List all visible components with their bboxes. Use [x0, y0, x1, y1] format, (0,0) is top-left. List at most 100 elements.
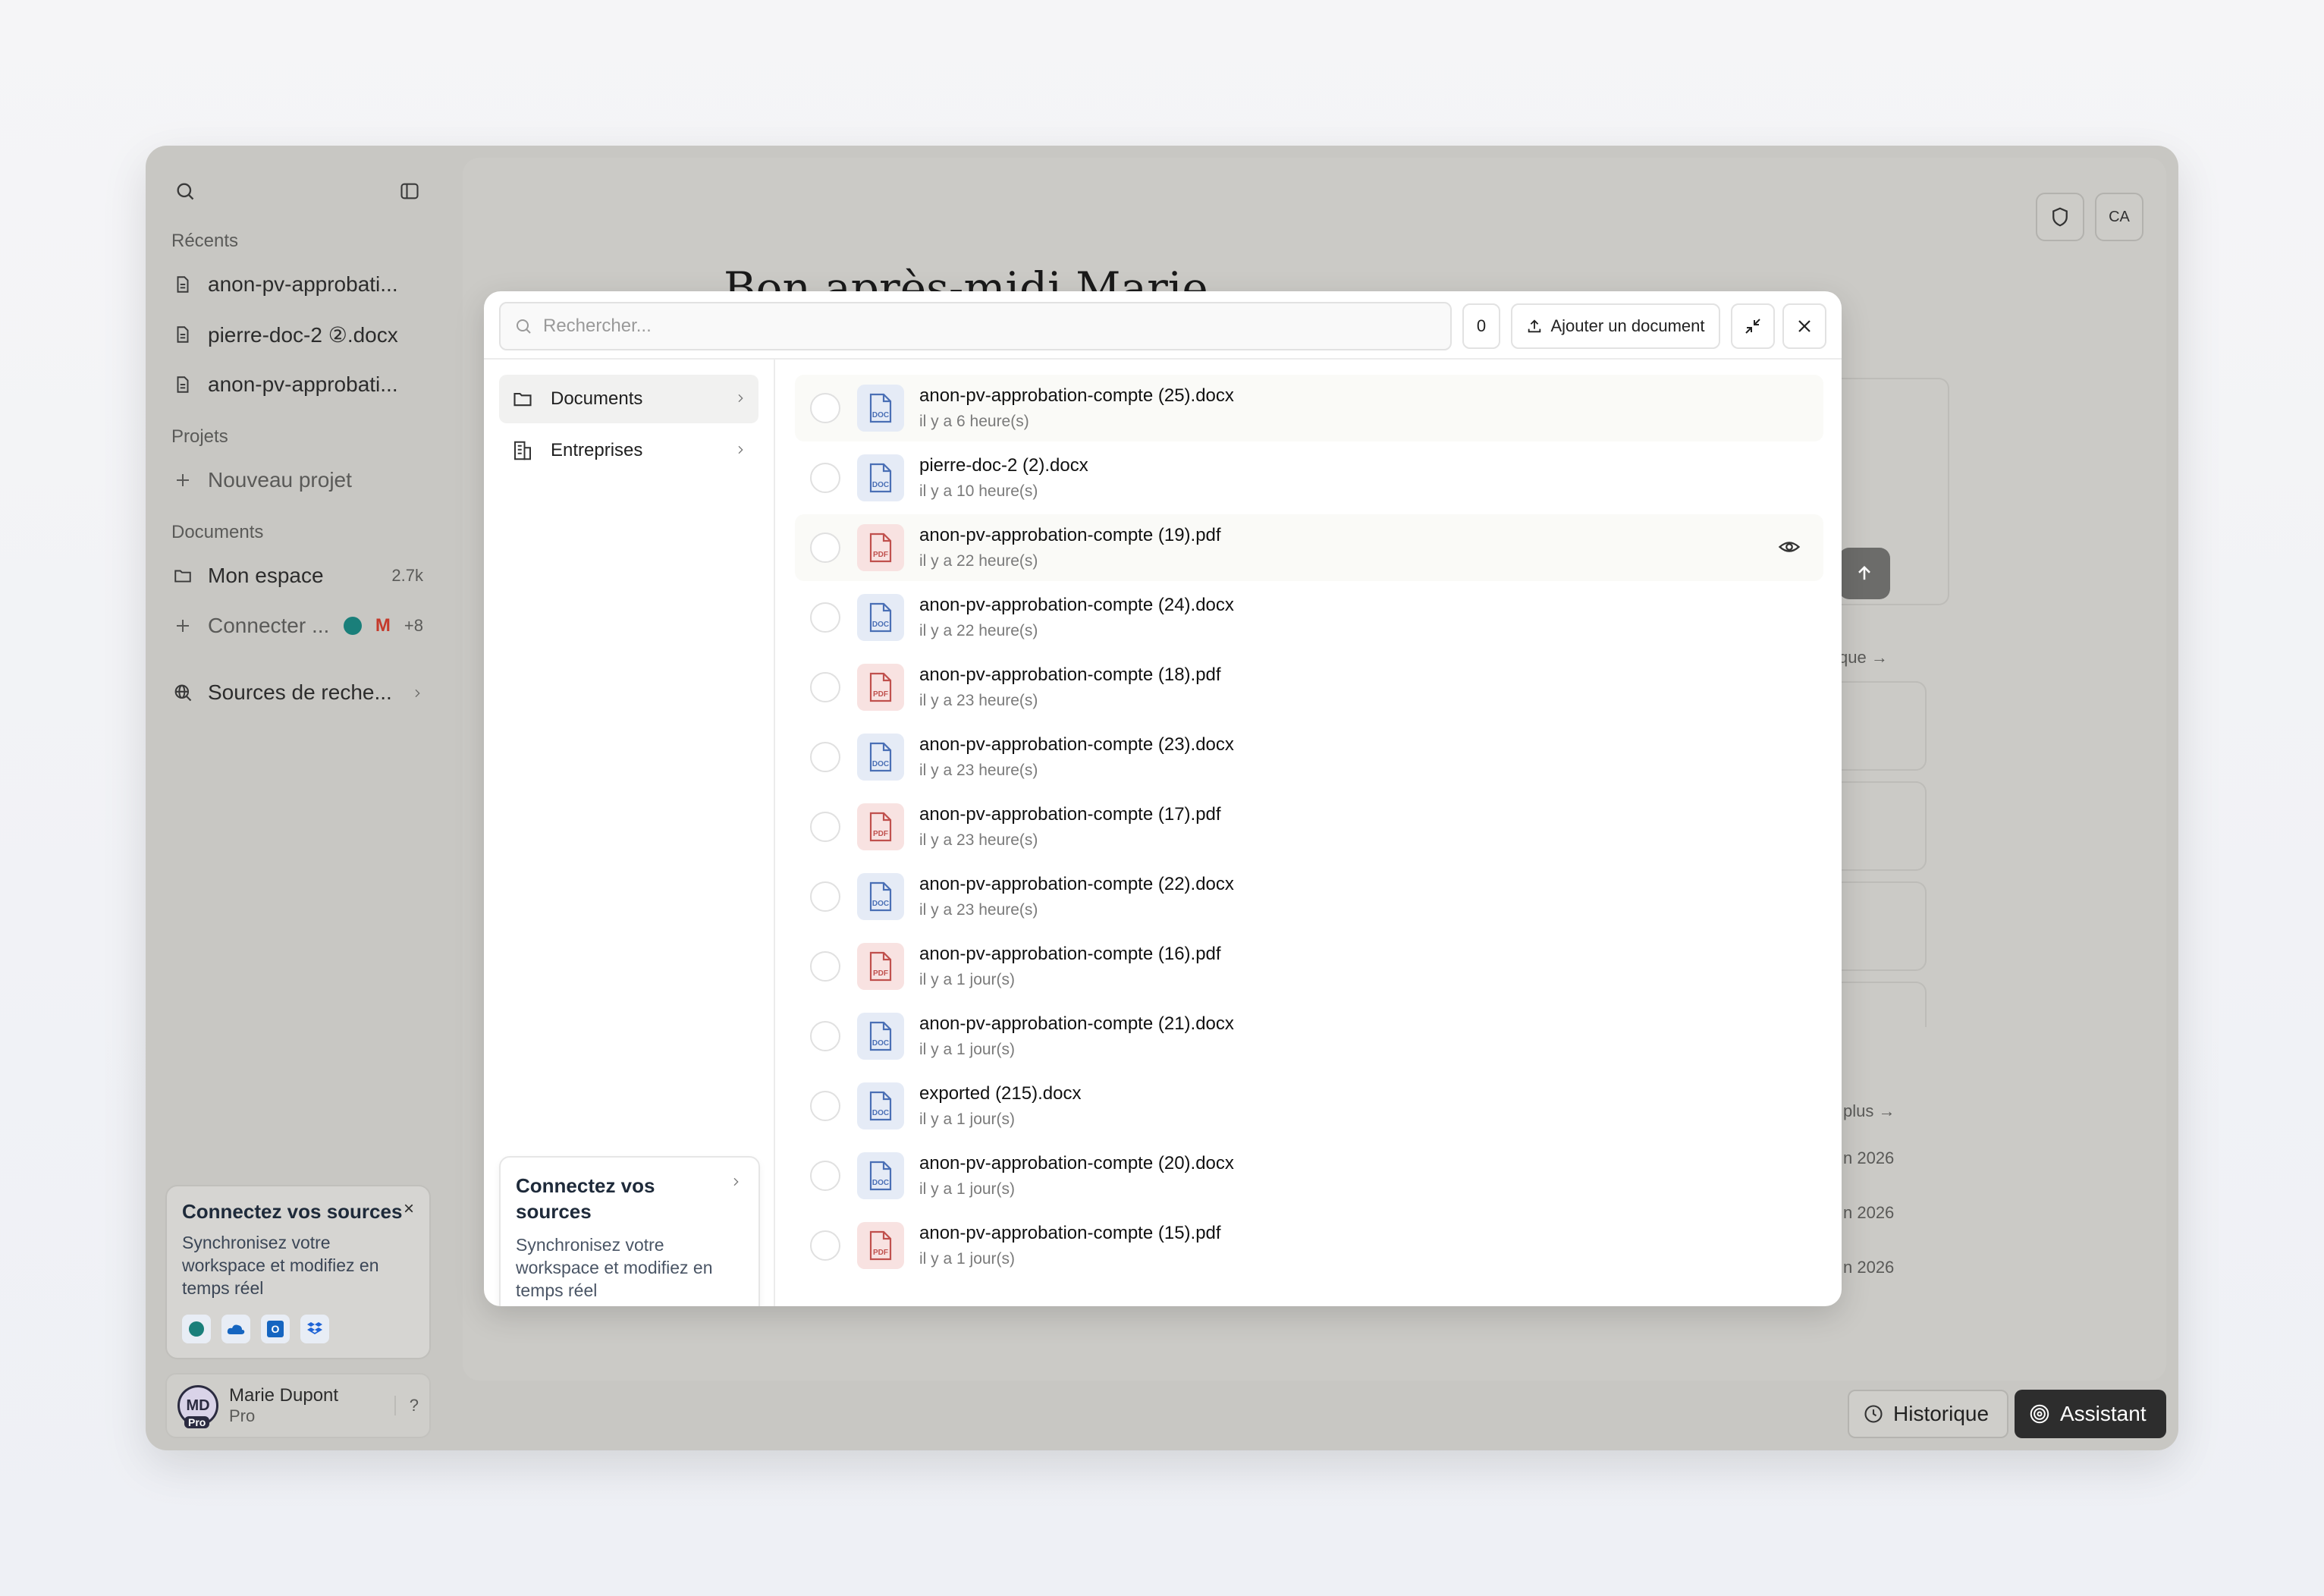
- suggestion-card[interactable]: [1828, 982, 1927, 1027]
- file-date: il y a 1 jour(s): [919, 1250, 1016, 1268]
- select-checkbox[interactable]: [810, 602, 840, 633]
- file-row[interactable]: DOC anon-pv-approbation-compte (22).docx i…: [795, 863, 1823, 930]
- file-type-label: DOC: [872, 900, 889, 908]
- connect-sources-card[interactable]: Connectez vos sources Synchronisez votre…: [499, 1156, 760, 1306]
- new-project-label: Nouveau projet: [208, 468, 352, 492]
- file-row[interactable]: DOC anon-pv-approbation-compte (20).docx i…: [795, 1142, 1823, 1209]
- connect-item[interactable]: Connecter ... M +8: [171, 601, 423, 651]
- recent-item[interactable]: pierre-doc-2 ②.docx: [171, 309, 423, 360]
- doc-file-icon: DOC: [857, 873, 904, 920]
- help-button[interactable]: ?: [394, 1396, 419, 1415]
- chevron-right-icon: [734, 440, 746, 461]
- dropbox-icon[interactable]: [300, 1315, 329, 1343]
- file-row[interactable]: PDF anon-pv-approbation-compte (19).pdf il…: [795, 514, 1823, 581]
- add-document-button[interactable]: Ajouter un document: [1511, 303, 1720, 349]
- select-checkbox[interactable]: [810, 742, 840, 772]
- my-space-item[interactable]: Mon espace 2.7k: [171, 551, 423, 601]
- sidebar-connect-sources-card[interactable]: Connectez vos sources × Synchronisez vot…: [165, 1185, 431, 1359]
- file-row[interactable]: DOC anon-pv-approbation-compte (25).docx i…: [795, 375, 1823, 441]
- file-row[interactable]: PDF anon-pv-approbation-compte (17).pdf il…: [795, 793, 1823, 860]
- select-checkbox[interactable]: [810, 951, 840, 982]
- file-row[interactable]: DOC anon-pv-approbation-compte (24).docx i…: [795, 584, 1823, 651]
- file-name: anon-pv-approbation-compte (18).pdf: [919, 664, 1221, 685]
- shield-button[interactable]: [2036, 193, 2084, 241]
- document-icon: [171, 373, 194, 396]
- search-field[interactable]: [499, 302, 1452, 350]
- select-checkbox[interactable]: [810, 812, 840, 842]
- connect-card-title: Connectez vos sources: [516, 1174, 655, 1223]
- user-info: Marie Dupont Pro: [229, 1385, 338, 1426]
- preview-eye-icon[interactable]: [1778, 536, 1801, 562]
- file-row[interactable]: DOC pierre-doc-2 (2).docx il y a 10 heure(…: [795, 445, 1823, 511]
- file-date: il y a 1 jour(s): [919, 971, 1016, 988]
- select-checkbox[interactable]: [810, 1230, 840, 1261]
- select-checkbox[interactable]: [810, 463, 840, 493]
- suggestion-card[interactable]: [1828, 681, 1927, 771]
- minimize-button[interactable]: [1731, 303, 1775, 349]
- file-row[interactable]: DOC exported (215).docx il y a 1 jour(s): [795, 1073, 1823, 1139]
- history-date: n 2026: [1843, 1148, 1895, 1167]
- recent-item[interactable]: anon-pv-approbati...: [171, 259, 423, 309]
- file-info: anon-pv-approbation-compte (20).docx il y…: [919, 1153, 1234, 1199]
- history-date: n 2026: [1843, 1203, 1895, 1222]
- sharepoint-icon: [343, 617, 362, 635]
- research-sources-item[interactable]: Sources de reche...: [171, 668, 423, 718]
- nav-documents-label: Documents: [551, 388, 643, 409]
- account-button[interactable]: CA: [2095, 193, 2143, 241]
- close-button[interactable]: [1782, 303, 1826, 349]
- file-name: anon-pv-approbation-compte (19).pdf: [919, 525, 1221, 545]
- send-button[interactable]: [1839, 548, 1890, 599]
- user-profile[interactable]: MD Pro Marie Dupont Pro ?: [165, 1373, 431, 1438]
- select-checkbox[interactable]: [810, 1161, 840, 1191]
- file-info: anon-pv-approbation-compte (24).docx il y…: [919, 595, 1234, 640]
- file-date: il y a 6 heure(s): [919, 413, 1029, 430]
- select-checkbox[interactable]: [810, 1091, 840, 1121]
- doc-file-icon: DOC: [857, 734, 904, 781]
- onedrive-icon[interactable]: [221, 1315, 250, 1343]
- nav-entreprises[interactable]: Entreprises: [499, 426, 758, 475]
- file-type-label: PDF: [873, 969, 888, 978]
- sharepoint-icon[interactable]: [182, 1315, 211, 1343]
- shield-icon: [2052, 207, 2068, 227]
- connect-more-count: +8: [404, 616, 423, 635]
- close-icon[interactable]: ×: [404, 1199, 414, 1220]
- source-icons: O: [182, 1315, 414, 1343]
- building-icon: [514, 441, 531, 460]
- select-checkbox[interactable]: [810, 672, 840, 702]
- suggestion-card[interactable]: [1828, 781, 1927, 871]
- search-icon[interactable]: [171, 178, 199, 205]
- projects-heading: Projets: [171, 426, 228, 447]
- file-date: il y a 23 heure(s): [919, 831, 1038, 849]
- chevron-right-icon: [734, 388, 746, 410]
- outlook-icon[interactable]: O: [261, 1315, 290, 1343]
- file-row[interactable]: PDF anon-pv-approbation-compte (15).pdf il…: [795, 1212, 1823, 1279]
- file-row[interactable]: PDF anon-pv-approbation-compte (18).pdf il…: [795, 654, 1823, 721]
- suggestion-card[interactable]: [1828, 881, 1927, 971]
- historique-button[interactable]: Historique: [1848, 1390, 2008, 1438]
- see-more-link[interactable]: plus →: [1843, 1101, 1895, 1121]
- select-checkbox[interactable]: [810, 1021, 840, 1051]
- document-icon: [171, 323, 194, 346]
- new-project-button[interactable]: Nouveau projet: [171, 455, 423, 505]
- select-checkbox[interactable]: [810, 533, 840, 563]
- file-row[interactable]: DOC anon-pv-approbation-compte (23).docx i…: [795, 724, 1823, 790]
- file-date: il y a 1 jour(s): [919, 1180, 1016, 1198]
- file-row[interactable]: DOC anon-pv-approbation-compte (21).docx i…: [795, 1003, 1823, 1070]
- file-row[interactable]: PDF anon-pv-approbation-compte (16).pdf il…: [795, 933, 1823, 1000]
- select-checkbox[interactable]: [810, 881, 840, 912]
- select-checkbox[interactable]: [810, 393, 840, 423]
- recent-item[interactable]: anon-pv-approbati...: [171, 360, 423, 410]
- collapse-sidebar-icon[interactable]: [396, 178, 423, 205]
- file-info: anon-pv-approbation-compte (19).pdf il y …: [919, 525, 1221, 570]
- see-more-link[interactable]: que →: [1839, 648, 1888, 668]
- file-name: anon-pv-approbation-compte (17).pdf: [919, 804, 1221, 825]
- nav-documents[interactable]: Documents: [499, 375, 758, 423]
- search-input[interactable]: [543, 316, 1415, 337]
- modal-header: 0 Ajouter un document: [484, 291, 1842, 360]
- file-type-label: DOC: [872, 1179, 889, 1187]
- search-icon: [517, 319, 531, 334]
- doc-file-icon: DOC: [857, 385, 904, 432]
- assistant-button[interactable]: Assistant: [2015, 1390, 2166, 1438]
- my-space-count: 2.7k: [391, 566, 423, 585]
- plus-icon: [171, 614, 194, 637]
